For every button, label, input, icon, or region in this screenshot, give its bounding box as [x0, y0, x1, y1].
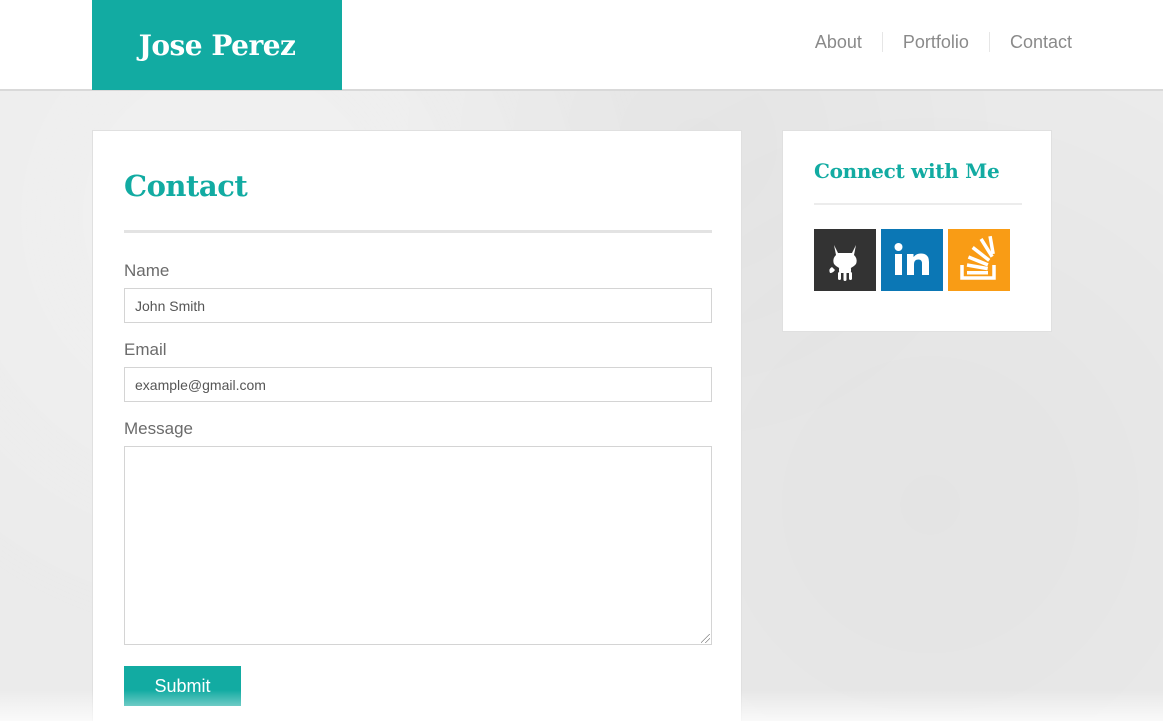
github-icon — [829, 245, 857, 281]
linkedin-icon — [894, 243, 929, 275]
name-label: Name — [124, 261, 170, 280]
nav-link-about[interactable]: About — [795, 32, 882, 52]
message-textarea[interactable] — [124, 446, 712, 645]
contact-card: Contact Name Email Message Submit — [92, 130, 742, 721]
email-label: Email — [124, 340, 167, 359]
page-title: Contact — [124, 169, 248, 203]
nav-link-portfolio[interactable]: Portfolio — [881, 32, 989, 52]
stackoverflow-link[interactable] — [948, 229, 1010, 291]
github-link[interactable] — [814, 229, 876, 291]
submit-button[interactable]: Submit — [124, 666, 241, 706]
nav-link-contact[interactable]: Contact — [988, 32, 1072, 52]
name-input[interactable] — [124, 288, 712, 323]
message-label: Message — [124, 419, 193, 438]
connect-card: Connect with Me — [782, 130, 1052, 332]
linkedin-link[interactable] — [881, 229, 943, 291]
brand-logo[interactable]: Jose Perez — [92, 0, 342, 90]
connect-title: Connect with Me — [814, 159, 1000, 183]
email-input[interactable] — [124, 367, 712, 402]
main-nav: About Portfolio Contact — [795, 31, 1072, 53]
title-divider — [124, 230, 712, 233]
connect-divider — [814, 203, 1022, 205]
textarea-resize-handle[interactable] — [701, 634, 710, 643]
site-header: Jose Perez About Portfolio Contact — [0, 0, 1163, 91]
stackoverflow-icon — [960, 235, 996, 280]
